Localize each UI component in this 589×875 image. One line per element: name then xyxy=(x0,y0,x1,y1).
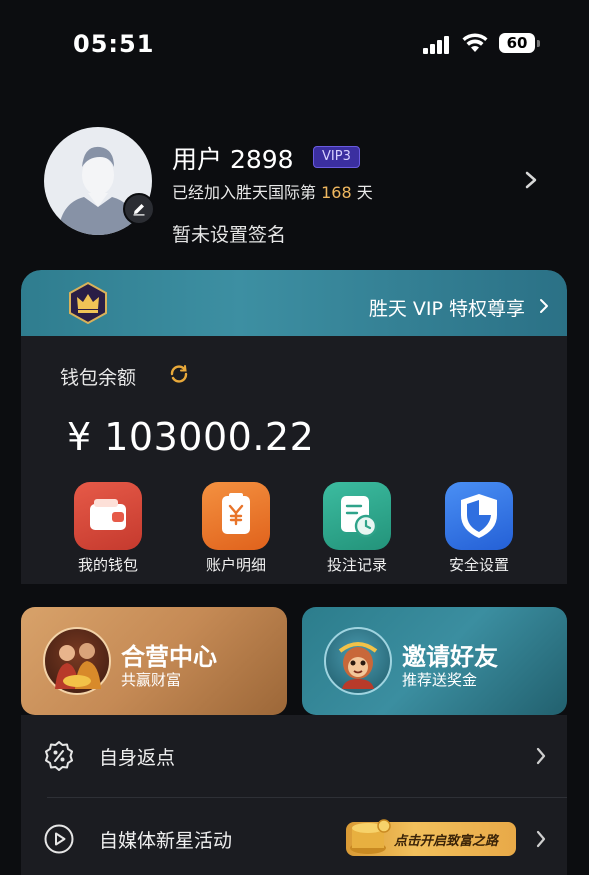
vip-level-badge: VIP3 xyxy=(313,146,360,168)
percent-badge-icon xyxy=(45,741,73,771)
promo-title: 合营中心 xyxy=(121,643,217,671)
partner-characters-icon xyxy=(43,627,111,695)
menu-item-label: 自媒体新星活动 xyxy=(99,830,233,852)
invite-friends-card[interactable]: 邀请好友 推荐送奖金 xyxy=(302,607,567,715)
status-bar: 05:51 60 xyxy=(0,0,589,90)
menu-list: 自身返点 自媒体新星活动 点击开启致富之路 xyxy=(21,715,567,875)
profile-signature[interactable]: 暂未设置签名 xyxy=(172,220,286,247)
joined-prefix: 已经加入胜天国际第 xyxy=(172,183,322,202)
vip-privilege-label: 胜天 VIP 特权尊享 xyxy=(368,298,525,320)
play-circle-icon xyxy=(44,824,74,854)
chevron-right-icon xyxy=(536,747,546,765)
quick-action-label: 安全设置 xyxy=(448,556,509,574)
joined-suffix: 天 xyxy=(351,183,373,202)
membership-duration: 已经加入胜天国际第 168 天 xyxy=(172,179,373,203)
profile-chevron-icon[interactable] xyxy=(521,170,541,190)
gold-coins-icon xyxy=(350,819,391,854)
quick-action-security[interactable]: 安全设置 xyxy=(429,482,529,575)
shield-icon xyxy=(445,482,513,550)
quick-action-label: 我的钱包 xyxy=(77,556,138,574)
refresh-icon[interactable] xyxy=(168,363,190,385)
chevron-right-icon xyxy=(536,830,546,848)
joined-days: 168 xyxy=(321,183,352,202)
promo-title: 邀请好友 xyxy=(402,643,498,671)
wifi-icon xyxy=(462,33,488,52)
balance-amount: ¥ 103000.22 xyxy=(67,415,315,459)
battery-indicator: 60 xyxy=(499,33,540,53)
menu-item-label: 自身返点 xyxy=(99,747,176,769)
receipt-yen-icon xyxy=(202,482,270,550)
crown-badge-icon xyxy=(69,282,107,324)
partner-center-card[interactable]: 合营中心 共赢财富 xyxy=(21,607,287,715)
vip-privilege-banner[interactable]: 胜天 VIP 特权尊享 xyxy=(21,270,567,336)
edit-avatar-button[interactable] xyxy=(123,193,155,225)
balance-label: 钱包余额 xyxy=(60,367,137,389)
wallet-icon xyxy=(74,482,142,550)
pencil-icon xyxy=(133,204,145,216)
promo-pill-text: 点击开启致富之路 xyxy=(394,834,499,849)
status-time: 05:51 xyxy=(73,30,155,58)
menu-item-rebate[interactable]: 自身返点 xyxy=(21,715,567,797)
quick-action-account-details[interactable]: 账户明细 xyxy=(186,482,286,575)
promo-subtitle: 推荐送奖金 xyxy=(402,671,478,689)
vip-chevron-icon xyxy=(540,299,548,313)
monkey-king-icon xyxy=(324,627,392,695)
wealth-promo-pill[interactable]: 点击开启致富之路 xyxy=(346,819,516,856)
cellular-signal-icon xyxy=(423,36,451,54)
quick-action-wallet[interactable]: 我的钱包 xyxy=(58,482,158,575)
promo-subtitle: 共赢财富 xyxy=(121,671,182,689)
record-clock-icon xyxy=(323,482,391,550)
wallet-card: 胜天 VIP 特权尊享 钱包余额 ¥ 103000.22 我的钱包 账户明细 投… xyxy=(21,270,567,584)
username: 用户 2898 xyxy=(172,145,294,174)
quick-action-label: 投注记录 xyxy=(326,556,387,574)
quick-action-label: 账户明细 xyxy=(205,556,266,574)
quick-action-bet-records[interactable]: 投注记录 xyxy=(307,482,407,575)
